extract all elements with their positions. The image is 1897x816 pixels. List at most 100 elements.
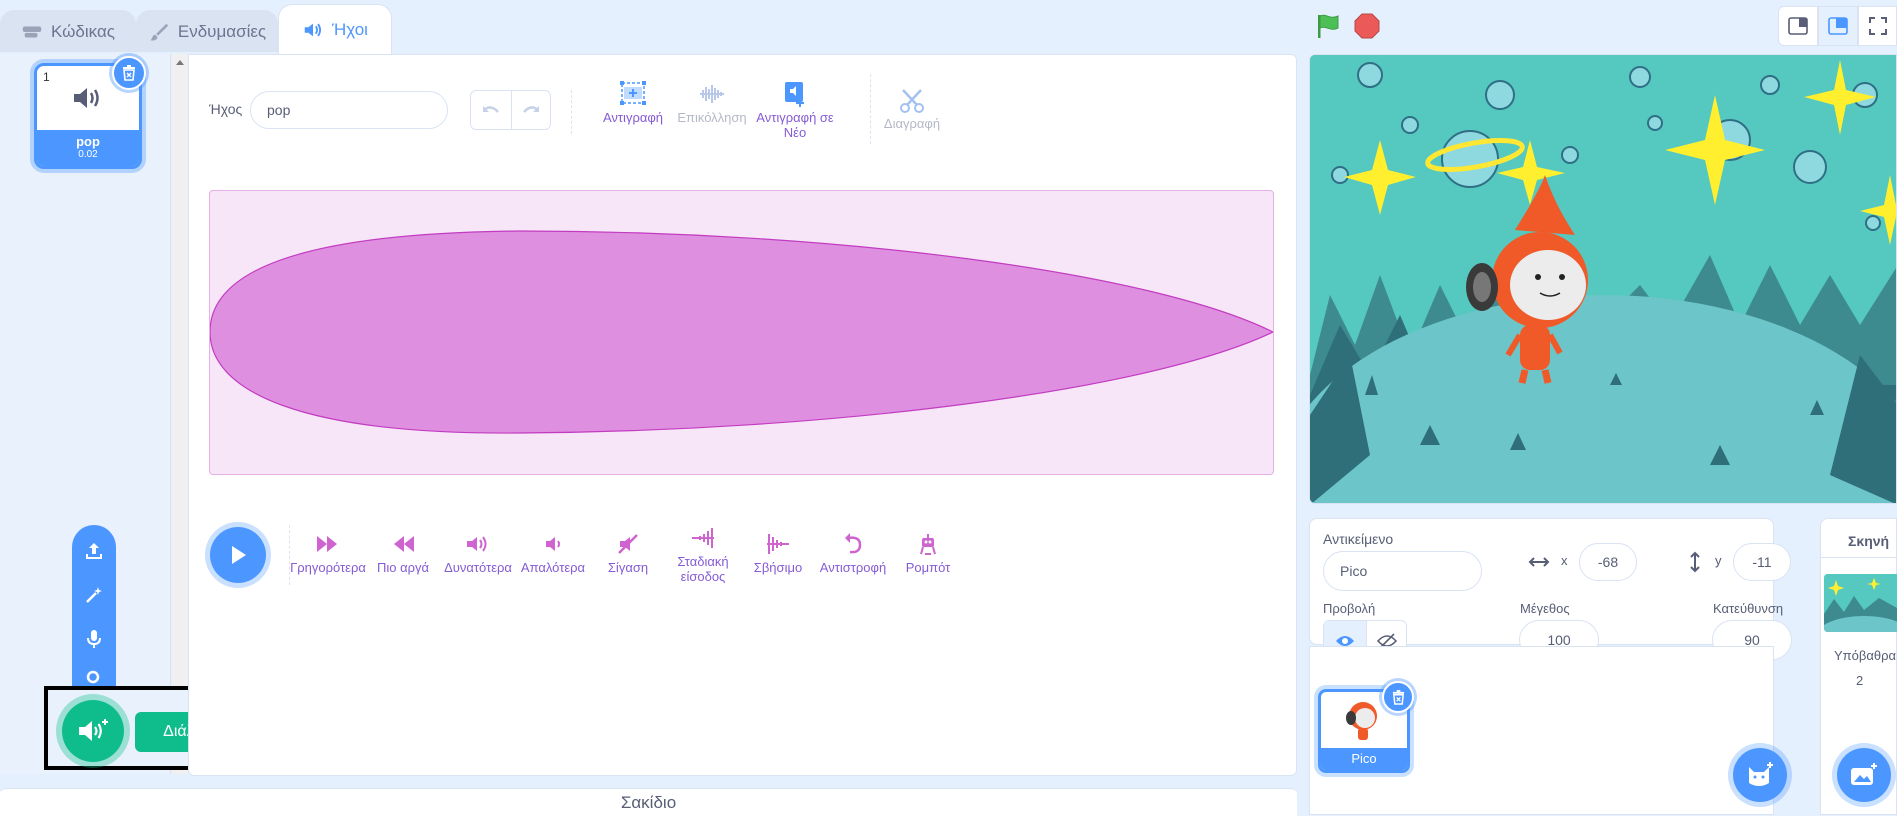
record-button[interactable]: [72, 621, 116, 657]
brush-icon: [149, 23, 169, 40]
scissors-icon: [900, 89, 924, 113]
pico-thumbnail: [1346, 702, 1377, 740]
surprise-button[interactable]: [72, 577, 116, 613]
add-sound-menu: [72, 525, 116, 695]
scroll-up-arrow[interactable]: [176, 60, 184, 65]
louder-icon: [467, 536, 487, 552]
show-label: Προβολή: [1323, 601, 1376, 616]
trash-icon: [1392, 689, 1404, 705]
backdrops-label: Υπόβαθρα: [1834, 648, 1897, 663]
stage-backdrop: [1310, 55, 1896, 503]
backpack-label: Σακίδιο: [620, 793, 677, 812]
fade-out-icon: [767, 534, 789, 554]
y-label: y: [1715, 553, 1722, 568]
stop-icon[interactable]: [1354, 13, 1380, 39]
robot-icon: [920, 534, 936, 555]
sprite-name-input[interactable]: Pico: [1323, 551, 1482, 591]
waveform: [210, 230, 1273, 434]
choose-sprite-button[interactable]: [1733, 748, 1787, 802]
effect-louder-button[interactable]: Δυνατότερα: [437, 532, 519, 575]
effect-louder-label: Δυνατότερα: [444, 560, 512, 575]
small-stage-icon: [1788, 17, 1808, 35]
add-backdrop-icon: [1851, 763, 1877, 785]
x-input[interactable]: -68: [1579, 543, 1637, 581]
effect-softer-label: Απαλότερα: [520, 560, 586, 575]
paste-button[interactable]: Επικόλληση: [672, 80, 752, 125]
effect-slower-label: Πιο αργά: [376, 560, 430, 575]
backdrops-count: 2: [1856, 673, 1864, 688]
add-sound-icon: [79, 719, 108, 741]
tab-costumes-label: Ενδυμασίες: [177, 21, 267, 41]
effect-fade-out-button[interactable]: Σβήσιμο: [737, 532, 819, 575]
paste-icon: [700, 85, 724, 103]
backpack[interactable]: Σακίδιο: [0, 788, 1297, 816]
copy-button[interactable]: Αντιγραφή: [598, 80, 668, 125]
effect-reverse-button[interactable]: Αντιστροφή: [812, 532, 894, 575]
trash-icon: [123, 65, 135, 81]
undo-redo-group: [470, 90, 551, 130]
code-icon: [22, 26, 42, 37]
y-arrows-icon: [1690, 551, 1700, 573]
softer-icon: [546, 537, 560, 551]
stage[interactable]: [1309, 54, 1897, 504]
speaker-icon: [74, 88, 99, 108]
choose-sound-button[interactable]: [62, 700, 124, 762]
copy-icon: [620, 81, 646, 105]
sound-list-scrollbar[interactable]: [172, 54, 188, 774]
fullscreen-button[interactable]: [1858, 6, 1897, 46]
microphone-icon: [87, 630, 101, 648]
tab-sounds-label: Ήχοι: [332, 19, 368, 39]
y-value: -11: [1752, 554, 1772, 570]
speaker-icon: [304, 23, 322, 36]
effect-fade-in-button[interactable]: Σταδιακή είσοδος: [662, 526, 744, 584]
cat-add-icon: [1749, 762, 1773, 786]
copy-to-new-button[interactable]: Αντιγραφή σε Νέο: [750, 80, 840, 140]
effect-softer-button[interactable]: Απαλότερα: [512, 532, 594, 575]
tab-code-label: Κώδικας: [51, 21, 115, 41]
toolbar-divider-2: [870, 74, 871, 144]
effect-faster-label: Γρηγορότερα: [290, 560, 366, 575]
reverse-icon: [845, 533, 862, 554]
sound-item-name: pop: [76, 134, 100, 149]
waveform-container[interactable]: [209, 190, 1274, 475]
tab-costumes[interactable]: Ενδυμασίες: [136, 10, 278, 52]
tab-code[interactable]: Κώδικας: [0, 10, 136, 52]
copy-label: Αντιγραφή: [602, 110, 664, 125]
backdrop-thumbnail: [1824, 574, 1897, 632]
redo-icon: [523, 106, 539, 113]
sprite-name-value: Pico: [1340, 563, 1368, 579]
delete-button[interactable]: Διαγραφή: [880, 88, 944, 131]
delete-sprite-button[interactable]: [1382, 681, 1414, 713]
fade-in-icon: [692, 528, 714, 548]
y-input[interactable]: -11: [1733, 543, 1791, 581]
effect-slower-button[interactable]: Πιο αργά: [362, 532, 444, 575]
sound-name-input[interactable]: [250, 91, 448, 129]
effect-fade-in-label: Σταδιακή είσοδος: [677, 554, 729, 584]
small-stage-button[interactable]: [1778, 6, 1818, 46]
play-button[interactable]: [210, 527, 266, 583]
effect-fade-out-label: Σβήσιμο: [753, 560, 803, 575]
sprite-tile-label: Pico: [1321, 748, 1407, 770]
delete-label: Διαγραφή: [883, 116, 941, 131]
faster-icon: [317, 536, 337, 552]
choose-backdrop-button[interactable]: [1837, 748, 1891, 802]
undo-icon: [483, 106, 499, 113]
direction-label: Κατεύθυνση: [1713, 601, 1784, 616]
effect-robot-button[interactable]: Ρομπότ: [887, 532, 969, 575]
x-arrows-icon: [1528, 557, 1550, 567]
tab-sounds[interactable]: Ήχοι: [278, 4, 392, 54]
sound-name-label: Ήχος: [209, 101, 243, 117]
green-flag-icon[interactable]: [1314, 12, 1342, 40]
delete-sound-button[interactable]: [112, 56, 146, 90]
effect-mute-button[interactable]: Σίγαση: [587, 532, 669, 575]
size-label: Μέγεθος: [1520, 601, 1570, 616]
effect-faster-button[interactable]: Γρηγορότερα: [287, 532, 369, 575]
sprite-label: Αντικείμενο: [1323, 531, 1394, 547]
large-stage-button[interactable]: [1818, 6, 1858, 46]
mute-icon: [618, 534, 638, 554]
copy-to-new-icon: [785, 82, 804, 107]
large-stage-icon: [1828, 17, 1848, 35]
upload-sound-button[interactable]: [72, 533, 116, 569]
undo-button[interactable]: [471, 91, 512, 129]
redo-button[interactable]: [511, 91, 551, 129]
